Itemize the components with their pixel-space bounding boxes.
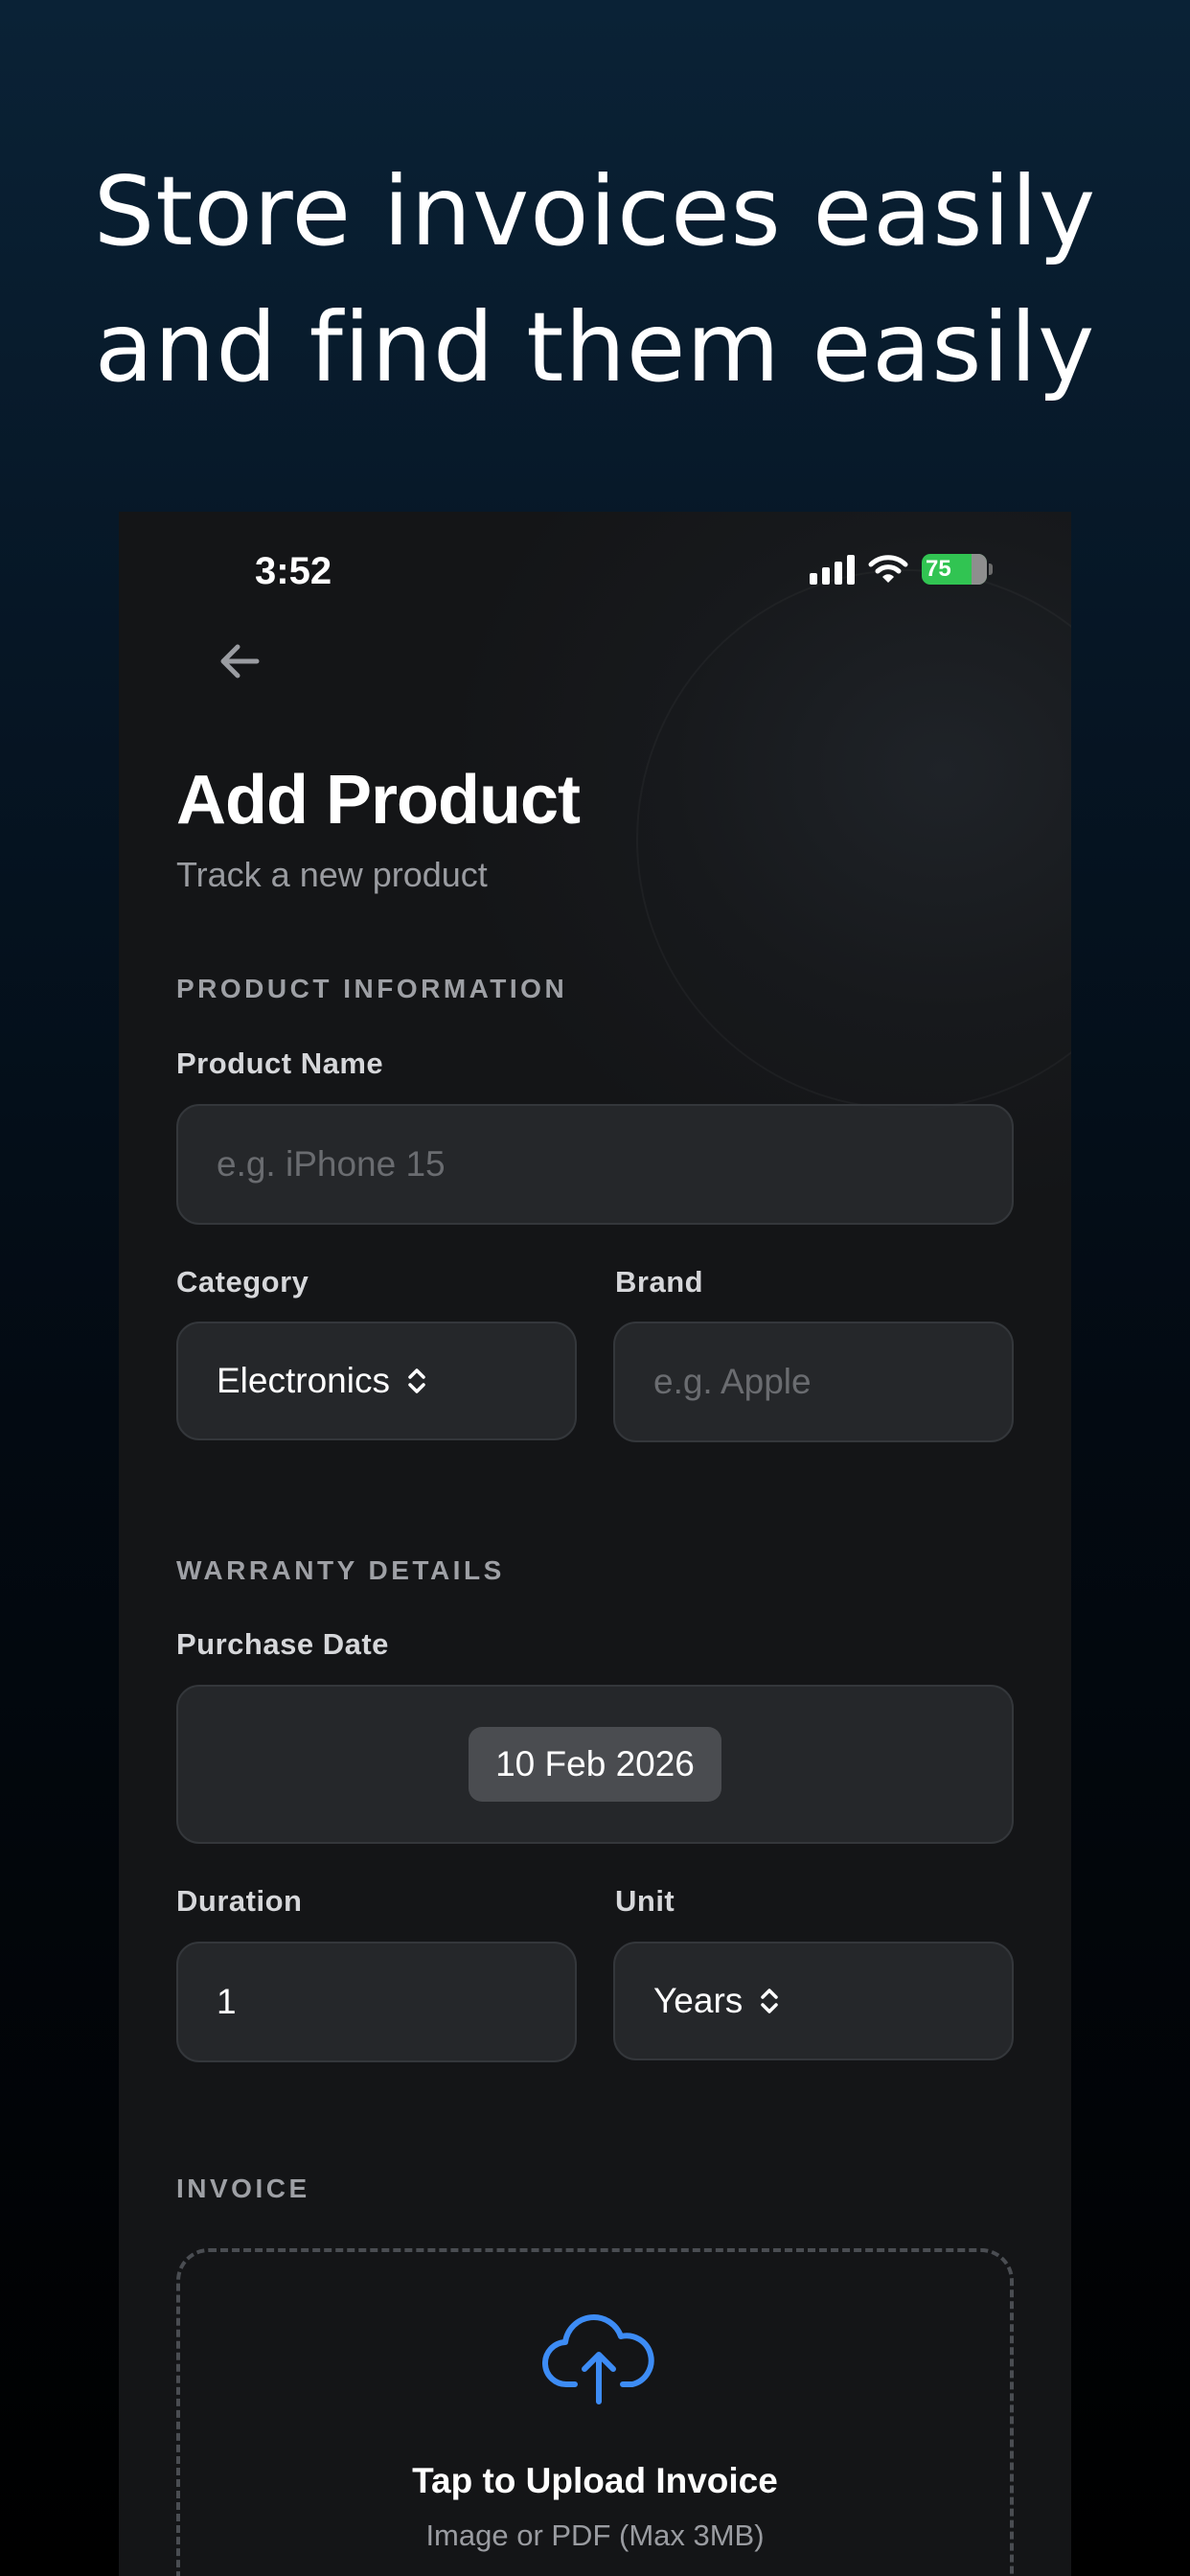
duration-value: 1	[217, 1982, 237, 2021]
status-icons: 75	[810, 554, 993, 585]
purchase-date-picker[interactable]: 10 Feb 2026	[469, 1727, 721, 1802]
brand-placeholder: e.g. Apple	[653, 1362, 812, 1401]
cloud-upload-icon	[542, 2314, 654, 2404]
duration-input[interactable]: 1	[176, 1942, 577, 2062]
headline-line-2: and find them easily	[94, 291, 1096, 403]
section-label-product-information: PRODUCT INFORMATION	[176, 974, 568, 1003]
category-label: Category	[176, 1265, 309, 1299]
brand-input[interactable]: e.g. Apple	[613, 1322, 1014, 1442]
upload-invoice-button[interactable]: Tap to Upload Invoice Image or PDF (Max …	[176, 2248, 1014, 2576]
product-name-placeholder: e.g. iPhone 15	[217, 1144, 446, 1184]
page-title: Add Product	[176, 762, 581, 839]
purchase-date-field[interactable]: 10 Feb 2026	[176, 1685, 1014, 1844]
upload-subtitle: Image or PDF (Max 3MB)	[425, 2518, 765, 2552]
duration-label: Duration	[176, 1884, 303, 1918]
category-value: Electronics	[217, 1361, 390, 1400]
page-subtitle: Track a new product	[176, 855, 488, 894]
chevron-updown-icon	[761, 1989, 779, 2013]
chevron-updown-icon	[408, 1368, 425, 1393]
purchase-date-label: Purchase Date	[176, 1627, 389, 1661]
section-label-warranty-details: WARRANTY DETAILS	[176, 1555, 505, 1585]
unit-value: Years	[653, 1981, 744, 2020]
product-name-input[interactable]: e.g. iPhone 15	[176, 1104, 1014, 1225]
cellular-signal-icon	[810, 554, 855, 585]
status-time: 3:52	[255, 550, 332, 592]
headline-line-1: Store invoices easily	[93, 155, 1097, 267]
section-label-invoice: INVOICE	[176, 2174, 310, 2203]
unit-select[interactable]: Years	[613, 1942, 1014, 2060]
upload-title: Tap to Upload Invoice	[412, 2461, 778, 2500]
category-select[interactable]: Electronics	[176, 1322, 577, 1440]
wifi-icon	[868, 555, 908, 583]
battery-level: 75	[926, 556, 951, 582]
marketing-headline: Store invoices easily and find them easi…	[0, 144, 1190, 416]
phone-screen: 3:52 75 Add Product Track a new product …	[119, 512, 1071, 2576]
product-name-label: Product Name	[176, 1046, 384, 1080]
unit-label: Unit	[615, 1884, 675, 1918]
brand-label: Brand	[615, 1265, 704, 1299]
arrow-left-icon[interactable]	[211, 632, 268, 690]
battery-icon: 75	[922, 554, 993, 585]
